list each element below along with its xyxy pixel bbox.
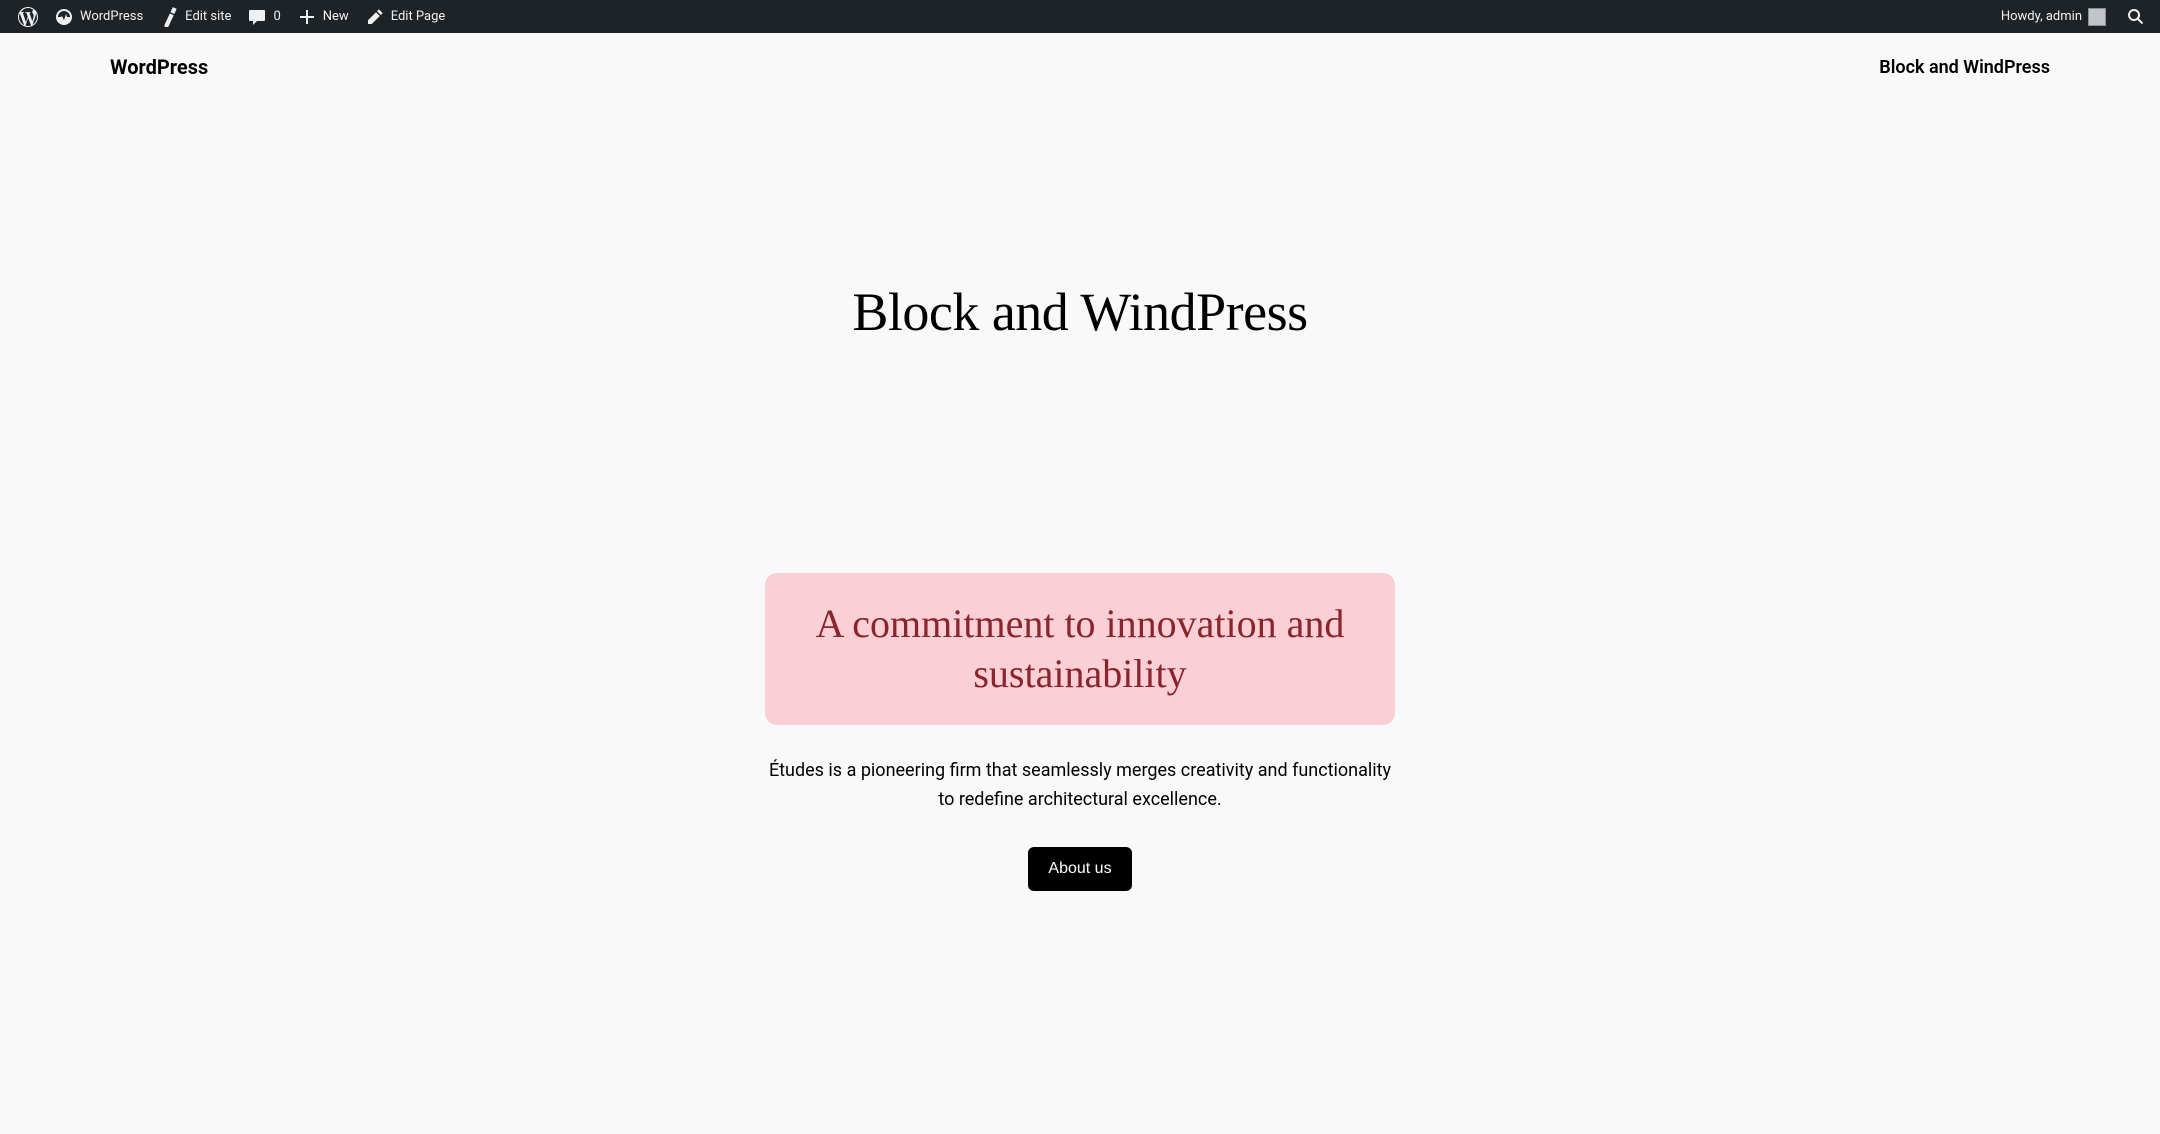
plus-icon xyxy=(297,7,317,27)
new-content-menu[interactable]: New xyxy=(289,0,357,33)
wp-admin-bar: WordPress Edit site 0 New Edit Page xyxy=(0,0,2160,33)
page-content: WordPress Block and WindPress Block and … xyxy=(0,33,2160,891)
new-label: New xyxy=(323,9,349,24)
site-title[interactable]: WordPress xyxy=(110,55,208,79)
admin-bar-right: Howdy, admin xyxy=(1993,0,2150,33)
edit-site-icon xyxy=(159,7,179,27)
nav-item-block-windpress[interactable]: Block and WindPress xyxy=(1879,57,2050,78)
wordpress-logo-icon xyxy=(18,7,38,27)
description-text: Études is a pioneering firm that seamles… xyxy=(765,757,1395,815)
callout-heading: A commitment to innovation and sustainab… xyxy=(805,599,1355,699)
search-icon xyxy=(2126,7,2146,27)
about-us-button[interactable]: About us xyxy=(1028,847,1131,891)
avatar xyxy=(2088,8,2106,26)
search-toggle[interactable] xyxy=(2122,0,2150,33)
wp-logo-menu[interactable] xyxy=(10,0,46,33)
comments-count: 0 xyxy=(273,9,280,24)
edit-site-label: Edit site xyxy=(185,9,231,24)
site-name-menu[interactable]: WordPress xyxy=(46,0,151,33)
comment-icon xyxy=(247,7,267,27)
greeting-text: Howdy, admin xyxy=(2001,9,2082,24)
comments-menu[interactable]: 0 xyxy=(239,0,288,33)
site-name-label: WordPress xyxy=(80,9,143,24)
edit-page-label: Edit Page xyxy=(391,9,446,24)
callout-box: A commitment to innovation and sustainab… xyxy=(765,573,1395,725)
admin-bar-left: WordPress Edit site 0 New Edit Page xyxy=(10,0,453,33)
dashboard-icon xyxy=(54,7,74,27)
content-section: A commitment to innovation and sustainab… xyxy=(765,573,1395,891)
page-title: Block and WindPress xyxy=(20,281,2140,343)
hero-section: Block and WindPress xyxy=(0,101,2160,383)
edit-page-menu[interactable]: Edit Page xyxy=(357,0,454,33)
edit-site-menu[interactable]: Edit site xyxy=(151,0,239,33)
site-header: WordPress Block and WindPress xyxy=(0,33,2160,101)
primary-nav: Block and WindPress xyxy=(1879,57,2050,78)
account-menu[interactable]: Howdy, admin xyxy=(1993,0,2110,33)
pencil-icon xyxy=(365,7,385,27)
